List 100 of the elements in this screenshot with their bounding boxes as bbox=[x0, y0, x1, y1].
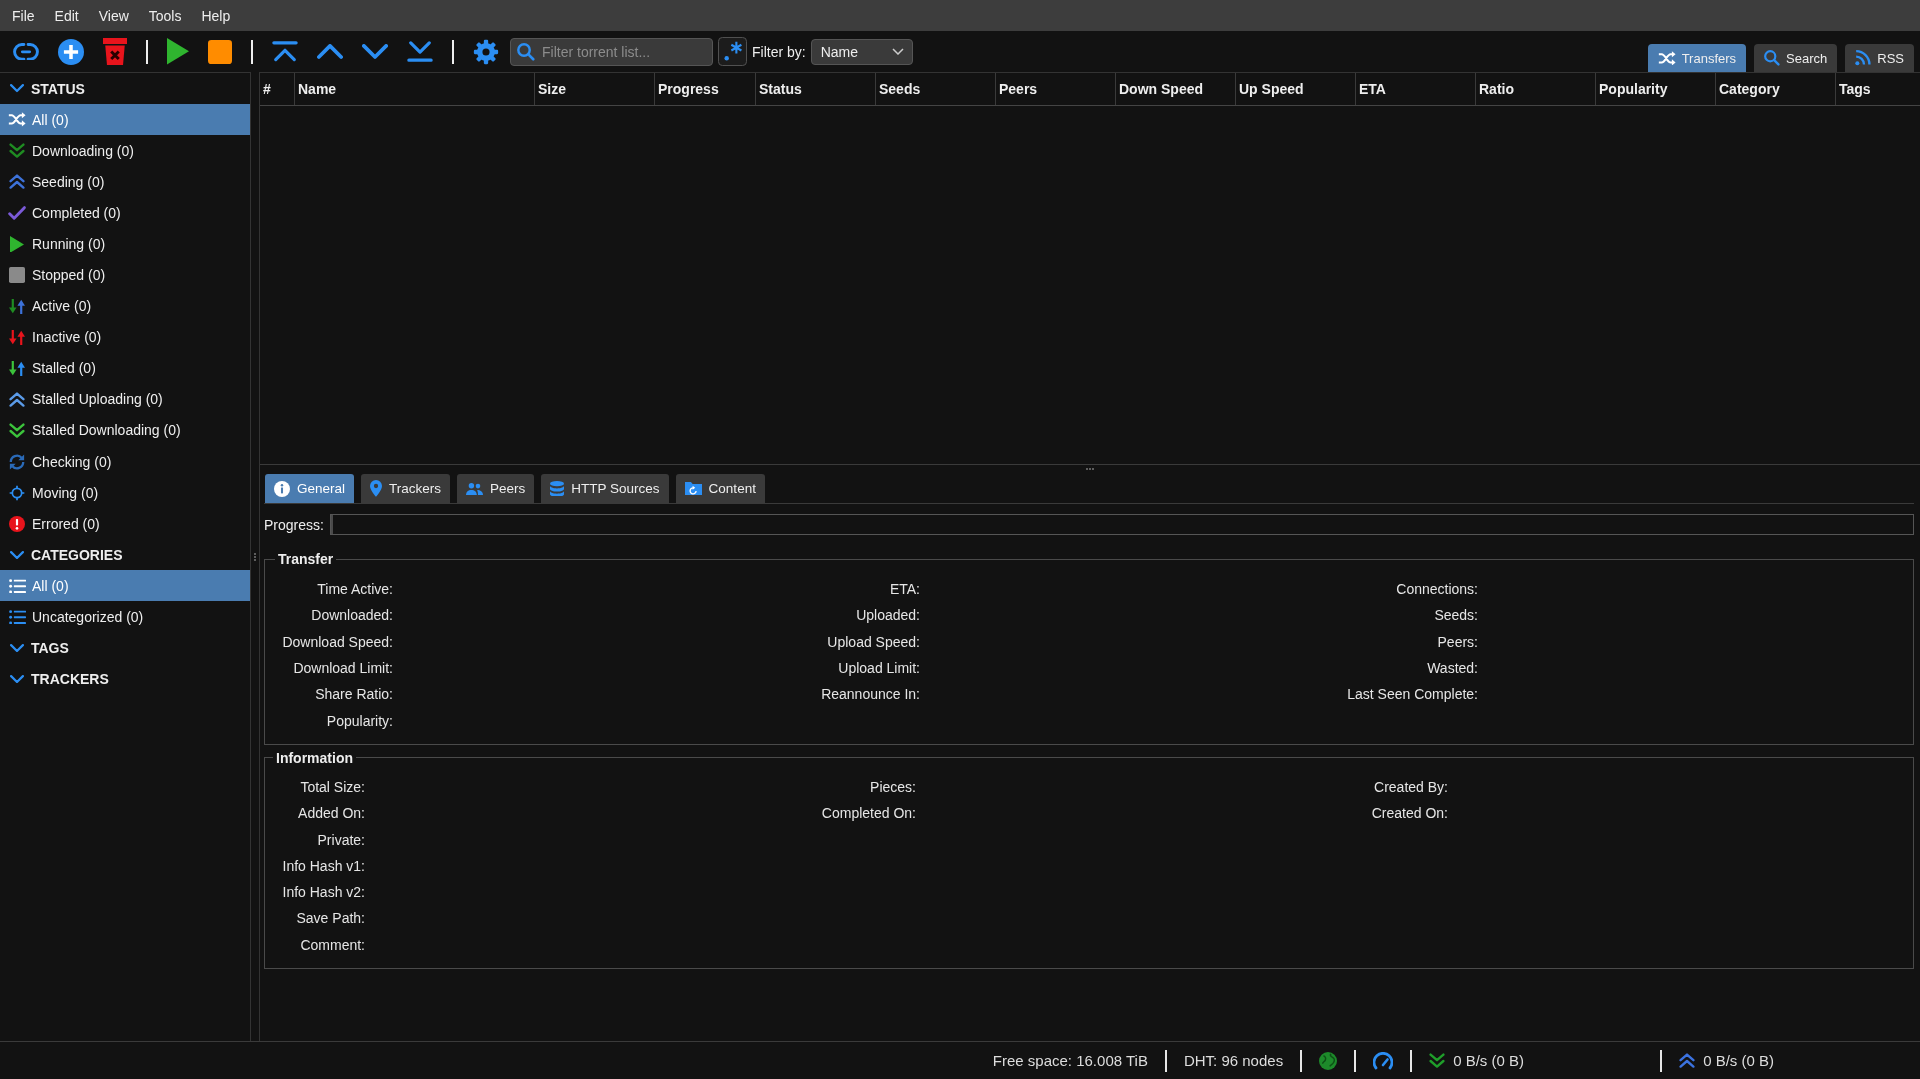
double-chevron-up-icon bbox=[9, 173, 25, 190]
dht-text: DHT: 96 nodes bbox=[1183, 1052, 1284, 1069]
stop-icon[interactable] bbox=[208, 39, 232, 64]
sidebar-item[interactable]: Stalled Downloading (0) bbox=[0, 414, 250, 447]
view-tab[interactable]: Search bbox=[1754, 44, 1838, 72]
field-label: Created On: bbox=[1371, 805, 1448, 822]
shuffle-icon bbox=[1657, 50, 1676, 66]
field-label: Wasted: bbox=[1427, 660, 1478, 677]
menu-item[interactable]: Tools bbox=[138, 7, 192, 24]
rss-icon bbox=[1855, 50, 1872, 66]
column-header[interactable]: Category bbox=[1716, 73, 1836, 105]
globe-icon[interactable] bbox=[1319, 1051, 1338, 1070]
filter-by-select[interactable]: Name bbox=[810, 38, 913, 65]
database-icon bbox=[550, 480, 565, 497]
menu-item[interactable]: Edit bbox=[44, 7, 89, 24]
column-header[interactable]: Peers bbox=[996, 73, 1116, 105]
column-header[interactable]: ETA bbox=[1356, 73, 1476, 105]
tab[interactable]: General bbox=[265, 474, 355, 503]
menu-item[interactable]: View bbox=[88, 7, 139, 24]
chevron-down-icon[interactable] bbox=[10, 84, 24, 93]
column-header[interactable]: Status bbox=[756, 73, 876, 105]
tab[interactable]: HTTP Sources bbox=[541, 474, 669, 503]
sidebar-item[interactable]: Uncategorized (0) bbox=[0, 601, 250, 633]
double-chevron-down-icon bbox=[1429, 1052, 1446, 1069]
column-header[interactable]: Tags bbox=[1836, 73, 1920, 105]
tab[interactable]: Trackers bbox=[361, 474, 451, 503]
list-icon bbox=[8, 609, 26, 625]
settings-icon[interactable] bbox=[473, 38, 499, 65]
column-header[interactable]: Name bbox=[295, 73, 535, 105]
sidebar-item[interactable]: All (0) bbox=[0, 104, 250, 136]
link-icon[interactable] bbox=[13, 42, 39, 61]
column-header[interactable]: Down Speed bbox=[1116, 73, 1236, 105]
field-label: Connections: bbox=[1396, 581, 1478, 598]
field-label: Download Speed: bbox=[282, 633, 393, 650]
chevron-up-icon[interactable] bbox=[317, 44, 343, 59]
sidebar-item[interactable]: Checking (0) bbox=[0, 446, 250, 478]
field-label: Uploaded: bbox=[856, 607, 920, 624]
sidebar-item[interactable]: All (0) bbox=[0, 570, 250, 602]
chevron-down-icon[interactable] bbox=[10, 550, 24, 559]
view-tab[interactable]: RSS bbox=[1845, 44, 1914, 72]
double-chevron-up-icon bbox=[9, 391, 25, 408]
chevron-down-line-icon[interactable] bbox=[407, 41, 433, 62]
search-icon bbox=[517, 42, 535, 61]
sidebar-item[interactable]: Stopped (0) bbox=[0, 259, 250, 291]
sidebar-item[interactable]: Moving (0) bbox=[0, 477, 250, 509]
double-chevron-down-icon bbox=[9, 142, 25, 159]
column-header[interactable]: Size bbox=[535, 73, 655, 105]
section-title: Transfer bbox=[277, 551, 335, 567]
field-label: Downloaded: bbox=[311, 607, 393, 624]
sidebar-item[interactable]: Errored (0) bbox=[0, 508, 250, 540]
field-label: Upload Speed: bbox=[827, 633, 920, 650]
play-icon[interactable] bbox=[167, 38, 189, 65]
column-header[interactable]: Popularity bbox=[1596, 73, 1716, 105]
menu-item[interactable]: Help bbox=[191, 7, 241, 24]
sidebar-item[interactable]: Completed (0) bbox=[0, 197, 250, 229]
field-label: Pieces: bbox=[870, 778, 916, 795]
field-label: Reannounce In: bbox=[821, 686, 920, 703]
sidebar-section-header[interactable]: CATEGORIES bbox=[0, 539, 250, 571]
chevron-up-line-icon[interactable] bbox=[272, 41, 298, 62]
grip-icon[interactable] bbox=[1086, 467, 1094, 470]
checkmark-icon bbox=[8, 205, 26, 220]
menu-item[interactable]: File bbox=[2, 7, 45, 24]
sidebar-item[interactable]: Active (0) bbox=[0, 290, 250, 322]
sidebar-item[interactable]: Stalled (0) bbox=[0, 352, 250, 384]
chevron-down-icon[interactable] bbox=[362, 44, 388, 59]
field-label: Seeds: bbox=[1434, 607, 1478, 624]
sidebar-section-header[interactable]: TAGS bbox=[0, 632, 250, 664]
double-chevron-down-icon bbox=[9, 422, 25, 439]
filter-field[interactable]: Filter torrent list... bbox=[510, 37, 713, 66]
chevron-down-icon[interactable] bbox=[10, 643, 24, 653]
tab[interactable]: Content bbox=[675, 474, 765, 503]
column-header[interactable]: Ratio bbox=[1476, 73, 1596, 105]
chevron-down-icon[interactable] bbox=[10, 674, 24, 684]
column-header[interactable]: # bbox=[260, 73, 295, 105]
sidebar-section-header[interactable]: STATUS bbox=[0, 73, 250, 104]
column-header[interactable]: Seeds bbox=[876, 73, 996, 105]
plus-circle-icon[interactable] bbox=[58, 38, 84, 65]
trash-icon[interactable] bbox=[103, 37, 127, 66]
list-icon bbox=[8, 578, 26, 594]
regex-icon[interactable] bbox=[718, 37, 747, 66]
sidebar-item[interactable]: Stalled Uploading (0) bbox=[0, 383, 250, 415]
sidebar-item[interactable]: Inactive (0) bbox=[0, 321, 250, 353]
refresh-icon bbox=[9, 453, 25, 470]
download-speed-text: 0 B/s (0 B) bbox=[1453, 1052, 1524, 1069]
gauge-icon[interactable] bbox=[1373, 1051, 1394, 1070]
column-header[interactable]: Progress bbox=[655, 73, 756, 105]
field-label: Completed On: bbox=[821, 805, 916, 822]
tab[interactable]: Peers bbox=[457, 474, 535, 503]
column-header[interactable]: Up Speed bbox=[1236, 73, 1356, 105]
sidebar-section-header[interactable]: TRACKERS bbox=[0, 663, 250, 695]
sidebar-item[interactable]: Seeding (0) bbox=[0, 166, 250, 198]
sidebar-item[interactable]: Downloading (0) bbox=[0, 135, 250, 167]
shuffle-icon bbox=[8, 112, 26, 127]
double-chevron-up-icon bbox=[1679, 1052, 1696, 1069]
up-down-arrows-icon bbox=[9, 360, 25, 376]
view-tab[interactable]: Transfers bbox=[1647, 44, 1747, 72]
field-label: Total Size: bbox=[300, 778, 365, 795]
field-label: ETA: bbox=[889, 581, 920, 598]
up-down-arrows-icon bbox=[9, 329, 25, 345]
sidebar-item[interactable]: Running (0) bbox=[0, 228, 250, 260]
